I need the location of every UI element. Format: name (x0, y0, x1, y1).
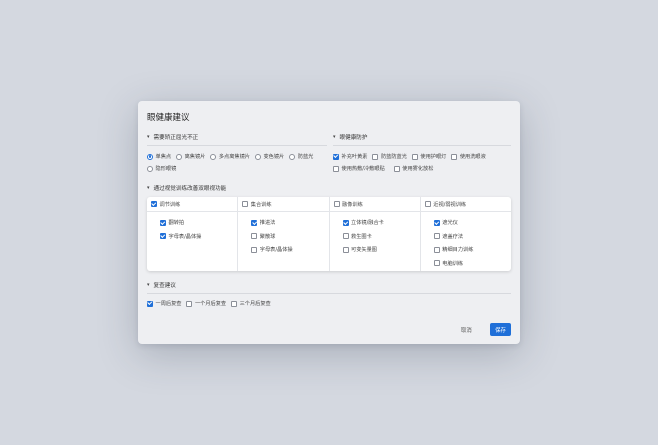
checkbox-eye-wash[interactable]: 使用洗眼液 (451, 153, 486, 160)
training-item[interactable]: 电脑训练 (421, 257, 511, 271)
radio-defocus-lens[interactable]: 离焦镜片 (176, 153, 205, 160)
training-item[interactable]: 翻转拍 (147, 216, 237, 230)
save-button[interactable]: 保存 (490, 323, 511, 336)
checkbox-box[interactable] (342, 233, 349, 240)
training-item[interactable]: 聚散球 (238, 230, 328, 244)
checkbox-box[interactable] (333, 201, 340, 207)
section-header-training[interactable]: ▾ 通过视觉训练改善双眼视功能 (147, 184, 226, 192)
checkbox-box[interactable] (433, 246, 440, 253)
review-row: 一周后复查 一个月后复查 三个月后复查 (147, 300, 276, 307)
checkbox-anti-blue[interactable]: 防蓝防蓝光 (372, 153, 407, 160)
radio-single-focus[interactable]: 单焦点 (147, 153, 171, 160)
checkbox-review-3-months[interactable]: 三个月后复查 (231, 300, 271, 307)
column-header[interactable]: 融像训练 (329, 197, 420, 212)
checkbox-box[interactable] (451, 153, 458, 160)
checkbox-hot-cold-patch[interactable]: 使用热敷/冷敷眼贴 (333, 165, 385, 172)
checkbox-box[interactable] (151, 201, 157, 207)
training-column-myopia-amblyopia: 近视/弱视训练 遮光仪 遮盖疗法 精细目力训练 电脑训练 (420, 197, 511, 271)
training-item[interactable]: 字母表/晶体操 (147, 230, 237, 244)
checkbox-box[interactable] (372, 153, 379, 160)
divider (147, 293, 511, 294)
training-item[interactable]: 可变矢量图 (330, 243, 420, 257)
training-item[interactable]: 立体镜/融合卡 (330, 216, 420, 230)
checkbox-box[interactable] (251, 246, 258, 253)
checkbox-box[interactable] (242, 201, 249, 207)
training-item[interactable]: 字母表/晶体操 (238, 243, 328, 257)
training-card: 调节训练 翻转拍 字母表/晶体操 集合训练 推进法 聚散球 字母表/晶体操 融像… (147, 197, 511, 271)
radio-contact-lens[interactable]: 隐形眼镜 (147, 165, 176, 172)
checkbox-box[interactable] (147, 300, 153, 307)
section-header-protection[interactable]: ▾ 眼健康防护 (333, 133, 368, 141)
checkbox-box[interactable] (333, 165, 339, 172)
training-item[interactable]: 精细目力训练 (421, 243, 511, 257)
checkbox-box[interactable] (186, 300, 193, 307)
checkbox-lutein[interactable]: 补充叶黄素 (333, 153, 367, 160)
checkbox-box[interactable] (251, 233, 258, 240)
checkbox-box[interactable] (251, 219, 258, 226)
checkbox-review-1-month[interactable]: 一个月后复查 (186, 300, 226, 307)
radio-circle[interactable] (289, 153, 296, 160)
checkbox-box[interactable] (231, 300, 238, 307)
section-header-correction[interactable]: ▾ 需要矫正屈光不正 (147, 133, 198, 141)
caret-down-icon: ▾ (147, 185, 150, 191)
radio-photochromic-lens[interactable]: 变色镜片 (254, 153, 284, 160)
section-header-review[interactable]: ▾ 复查建议 (147, 281, 176, 289)
caret-down-icon: ▾ (333, 134, 336, 140)
checkbox-eye-lamp[interactable]: 使用护眼灯 (411, 153, 446, 160)
training-item[interactable]: 遮盖疗法 (421, 230, 511, 244)
training-column-fusion: 融像训练 立体镜/融合卡 救生圈卡 可变矢量图 (329, 197, 421, 271)
radio-anti-blue-light[interactable]: 防蓝光 (289, 153, 313, 160)
correction-radio-row-2: 隐形眼镜 (147, 165, 181, 172)
radio-circle[interactable] (147, 165, 153, 172)
training-item[interactable]: 救生圈卡 (330, 230, 420, 244)
training-column-convergence: 集合训练 推进法 聚散球 字母表/晶体操 (238, 197, 330, 271)
section-title-correction: 需要矫正屈光不正 (153, 135, 199, 141)
checkbox-box[interactable] (342, 246, 349, 253)
checkbox-box[interactable] (433, 260, 440, 267)
protection-row-2: 使用热敷/冷敷眼贴 使用雾化放松 (333, 165, 438, 172)
radio-circle[interactable] (176, 153, 183, 160)
eye-health-dialog: 眼健康建议 ▾ 需要矫正屈光不正 单焦点 离焦镜片 多点离焦镜片 变色镜片 防蓝… (138, 101, 520, 344)
section-title-protection: 眼健康防护 (339, 135, 368, 141)
checkbox-box[interactable] (160, 233, 166, 240)
cancel-button[interactable]: 取消 (461, 326, 472, 334)
checkbox-box[interactable] (433, 219, 440, 226)
training-item[interactable]: 遮光仪 (421, 216, 511, 230)
correction-radio-row-1: 单焦点 离焦镜片 多点离焦镜片 变色镜片 防蓝光 (147, 153, 318, 160)
checkbox-nebulizer[interactable]: 使用雾化放松 (393, 165, 433, 172)
section-title-review: 复查建议 (153, 283, 176, 289)
section-title-training: 通过视觉训练改善双眼视功能 (153, 186, 227, 192)
training-column-accommodation: 调节训练 翻转拍 字母表/晶体操 (147, 197, 239, 271)
column-header[interactable]: 近视/弱视训练 (420, 197, 511, 212)
radio-circle[interactable] (147, 153, 153, 160)
column-header[interactable]: 调节训练 (147, 197, 238, 212)
column-header[interactable]: 集合训练 (238, 197, 329, 212)
checkbox-box[interactable] (333, 153, 339, 160)
divider (147, 145, 327, 146)
dialog-title: 眼健康建议 (147, 113, 190, 123)
checkbox-box[interactable] (424, 201, 431, 207)
checkbox-box[interactable] (393, 165, 400, 172)
caret-down-icon: ▾ (147, 282, 150, 288)
radio-circle[interactable] (254, 153, 261, 160)
radio-multi-defocus-lens[interactable]: 多点离焦镜片 (210, 153, 250, 160)
divider (333, 145, 511, 146)
checkbox-review-1-week[interactable]: 一周后复查 (147, 300, 181, 307)
checkbox-box[interactable] (160, 219, 166, 226)
protection-row-1: 补充叶黄素 防蓝防蓝光 使用护眼灯 使用洗眼液 (333, 153, 491, 160)
training-item[interactable]: 推进法 (238, 216, 328, 230)
caret-down-icon: ▾ (147, 134, 150, 140)
radio-circle[interactable] (210, 153, 217, 160)
checkbox-box[interactable] (433, 233, 440, 240)
checkbox-box[interactable] (342, 219, 349, 226)
checkbox-box[interactable] (411, 153, 418, 160)
